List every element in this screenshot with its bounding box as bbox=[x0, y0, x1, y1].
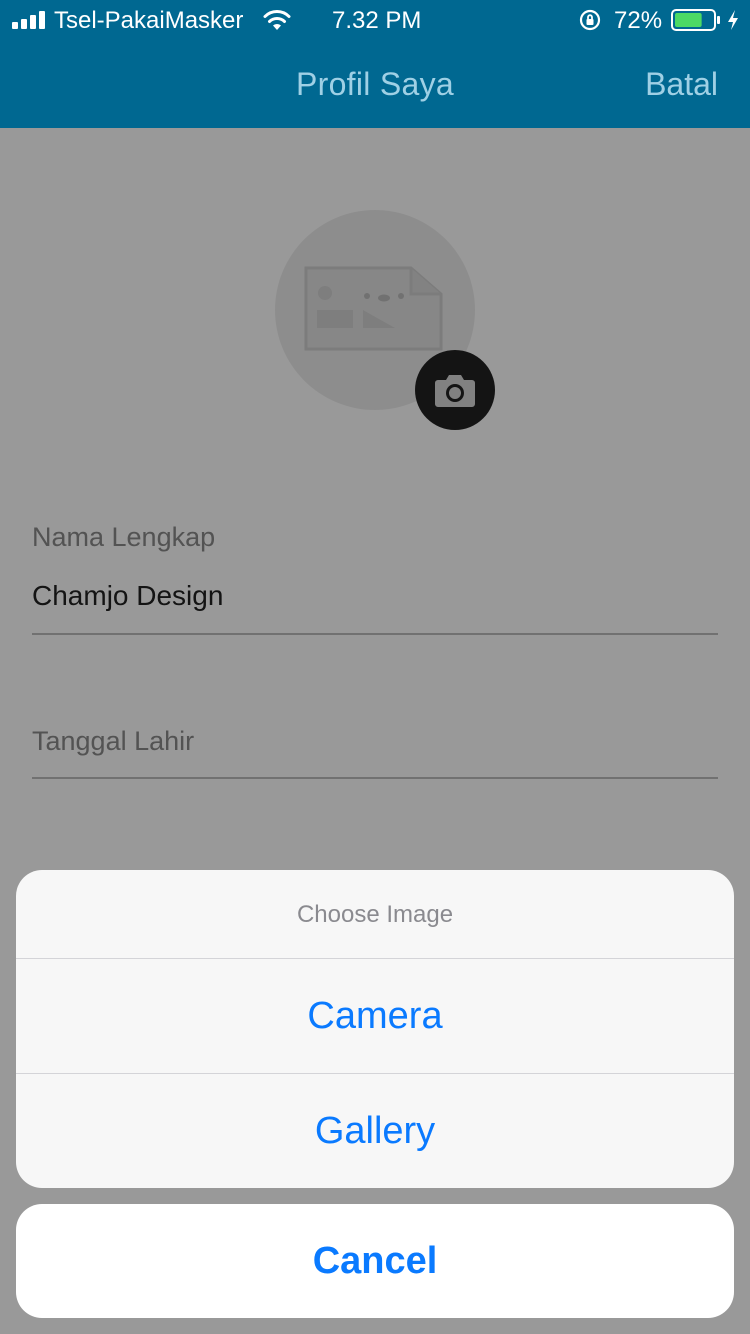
page-title: Profil Saya bbox=[295, 66, 455, 102]
carrier-name: Tsel-PakaiMasker bbox=[54, 7, 244, 34]
charging-icon bbox=[728, 10, 738, 30]
action-sheet: Choose Image Camera Gallery bbox=[16, 870, 734, 1188]
battery-percentage: 72% bbox=[614, 7, 663, 34]
cancel-button[interactable]: Cancel bbox=[16, 1204, 734, 1318]
signal-icon bbox=[12, 11, 46, 29]
gallery-option[interactable]: Gallery bbox=[16, 1074, 734, 1188]
battery-icon bbox=[671, 9, 720, 31]
action-sheet-title: Choose Image bbox=[296, 901, 454, 928]
navigation-bar: Profil Saya Batal bbox=[0, 40, 750, 128]
wifi-icon bbox=[263, 10, 291, 30]
screen: Tsel-PakaiMasker 7.32 PM 72% Profil Saya… bbox=[0, 0, 750, 1334]
rotation-lock-icon bbox=[579, 9, 601, 31]
status-bar: Tsel-PakaiMasker 7.32 PM 72% bbox=[0, 0, 750, 40]
clock: 7.32 PM bbox=[332, 7, 422, 34]
camera-option[interactable]: Camera bbox=[16, 959, 734, 1073]
cancel-nav-button[interactable]: Batal bbox=[645, 66, 718, 103]
